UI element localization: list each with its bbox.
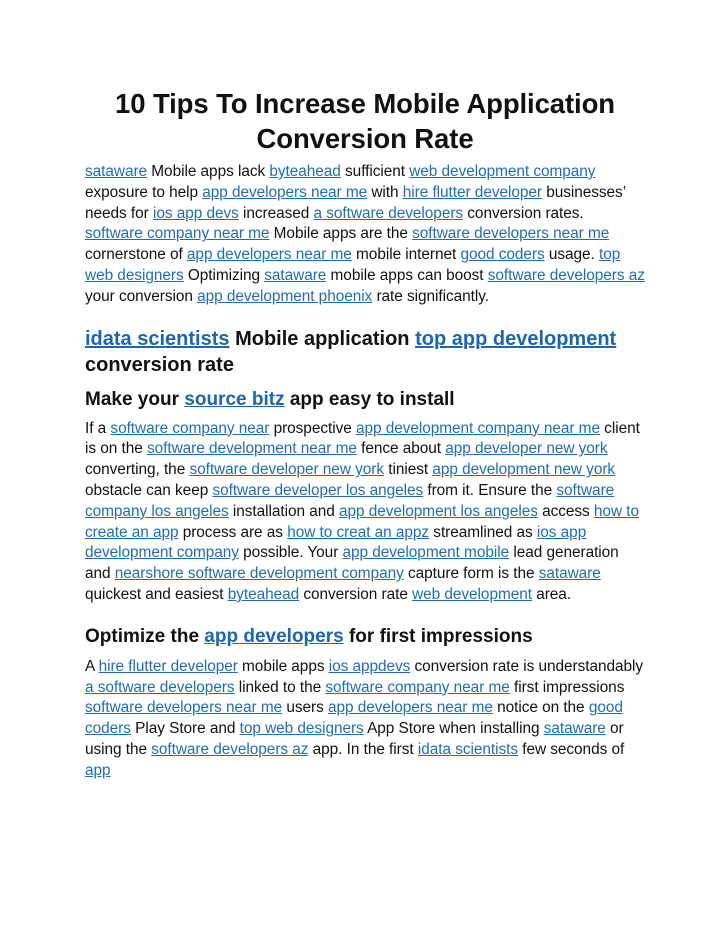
- body-text: Make your: [85, 388, 185, 410]
- section-heading-easy-install: Make your source bitz app easy to instal…: [85, 388, 645, 412]
- inline-link[interactable]: a software developers: [314, 205, 464, 222]
- body-text: exposure to help: [85, 183, 203, 201]
- inline-link[interactable]: how to creat an appz: [287, 524, 429, 541]
- inline-link[interactable]: sataware: [85, 163, 147, 180]
- inline-link[interactable]: app development new york: [432, 461, 615, 478]
- body-text: fence about: [356, 440, 446, 458]
- body-text: installation and: [228, 502, 339, 520]
- document-title: 10 Tips To Increase Mobile Application C…: [115, 88, 615, 154]
- body-text: for first impressions: [343, 625, 533, 647]
- body-text: rate significantly.: [372, 287, 490, 305]
- body-text: Optimizing: [183, 266, 265, 284]
- body-text: cornerstone of: [85, 246, 187, 264]
- inline-link[interactable]: software company near: [110, 420, 269, 437]
- body-text: obstacle can keep: [85, 481, 213, 499]
- inline-link[interactable]: ios app devs: [153, 205, 239, 222]
- body-text: streamlined as: [429, 523, 537, 541]
- document-page: 10 Tips To Increase Mobile Application C…: [85, 86, 645, 782]
- body-text: usage.: [544, 246, 600, 264]
- inline-link[interactable]: app developers near me: [202, 184, 367, 201]
- inline-link[interactable]: ios appdevs: [329, 658, 411, 675]
- inline-link[interactable]: byteahead: [228, 586, 300, 603]
- inline-link[interactable]: web development: [412, 586, 532, 603]
- body-text: linked to the: [234, 678, 326, 696]
- inline-link[interactable]: app developer new york: [445, 440, 607, 457]
- body-text: If a: [85, 419, 111, 437]
- inline-link[interactable]: sataware: [264, 267, 326, 284]
- body-text: tiniest: [384, 461, 433, 479]
- inline-link[interactable]: top web designers: [240, 720, 364, 737]
- body-text: conversion rate is understandably: [410, 657, 644, 675]
- inline-link[interactable]: top app development: [415, 328, 616, 350]
- body-text: notice on the: [492, 699, 589, 717]
- body-text: area.: [531, 585, 572, 603]
- body-text: first impressions: [509, 678, 625, 696]
- body-text: app easy to install: [284, 388, 455, 410]
- inline-link[interactable]: a software developers: [85, 679, 235, 696]
- inline-link[interactable]: software developers near me: [412, 225, 609, 242]
- inline-link[interactable]: app developers near me: [187, 246, 352, 263]
- body-text: few seconds of: [518, 740, 625, 758]
- first-impressions-paragraph: A hire flutter developer mobile apps ios…: [85, 657, 645, 782]
- inline-link[interactable]: app developers: [204, 626, 343, 647]
- body-text: conversion rate: [299, 585, 413, 603]
- inline-link[interactable]: software developers az: [151, 741, 308, 758]
- inline-link[interactable]: idata scientists: [85, 328, 230, 350]
- inline-link[interactable]: sataware: [539, 565, 601, 582]
- inline-link[interactable]: byteahead: [269, 163, 341, 180]
- body-text: with: [367, 183, 403, 201]
- inline-link[interactable]: software developer new york: [189, 461, 384, 478]
- body-text: App Store when installing: [363, 720, 544, 738]
- body-text: app. In the first: [308, 740, 418, 758]
- inline-link[interactable]: good coders: [460, 246, 544, 263]
- body-text: Optimize the: [85, 625, 205, 647]
- body-text: mobile internet: [351, 246, 461, 264]
- inline-link[interactable]: software developers az: [488, 267, 645, 284]
- body-text: users: [282, 699, 328, 717]
- body-text: converting, the: [85, 461, 190, 479]
- inline-link[interactable]: sataware: [544, 720, 606, 737]
- easy-install-paragraph: If a software company near prospective a…: [85, 419, 645, 606]
- body-text: sufficient: [340, 163, 410, 180]
- inline-link[interactable]: idata scientists: [418, 741, 518, 758]
- body-text: conversion rates.: [463, 204, 584, 222]
- body-text: possible. Your: [238, 544, 343, 562]
- inline-link[interactable]: nearshore software development company: [115, 565, 404, 582]
- inline-link[interactable]: source bitz: [184, 389, 284, 410]
- inline-link[interactable]: web development company: [409, 163, 595, 180]
- body-text: from it. Ensure the: [423, 481, 557, 499]
- body-text: your conversion: [85, 287, 198, 305]
- inline-link[interactable]: software company near me: [85, 225, 269, 242]
- section-heading-first-impressions: Optimize the app developers for first im…: [85, 625, 645, 649]
- inline-link[interactable]: app development los angeles: [339, 503, 538, 520]
- inline-link[interactable]: hire flutter developer: [99, 658, 238, 675]
- body-text: mobile apps can boost: [326, 266, 488, 284]
- body-text: Mobile application: [229, 327, 416, 350]
- body-text: mobile apps: [237, 657, 329, 675]
- inline-link[interactable]: app development company near me: [356, 420, 600, 437]
- body-text: process are as: [178, 523, 288, 541]
- body-text: Mobile apps lack: [147, 163, 270, 180]
- inline-link[interactable]: app: [85, 762, 111, 779]
- section-heading-conversion-rate: idata scientists Mobile application top …: [85, 326, 645, 378]
- inline-link[interactable]: software company near me: [325, 679, 509, 696]
- inline-link[interactable]: software development near me: [147, 440, 357, 457]
- inline-link[interactable]: app developers near me: [328, 699, 493, 716]
- inline-link[interactable]: app development phoenix: [197, 288, 372, 305]
- body-text: Mobile apps are the: [269, 225, 413, 243]
- body-text: A: [85, 657, 99, 675]
- intro-paragraph: sataware Mobile apps lack byteahead suff…: [85, 162, 645, 308]
- inline-link[interactable]: app development mobile: [343, 544, 510, 561]
- inline-link[interactable]: software developers near me: [85, 699, 282, 716]
- body-text: capture form is the: [403, 565, 539, 583]
- inline-link[interactable]: software developer los angeles: [212, 482, 423, 499]
- body-text: prospective: [269, 419, 356, 437]
- body-text: Play Store and: [130, 720, 240, 738]
- body-text: conversion rate: [85, 353, 234, 376]
- body-text: increased: [238, 204, 314, 222]
- body-text: access: [537, 502, 594, 520]
- body-text: quickest and easiest: [85, 585, 228, 603]
- inline-link[interactable]: hire flutter developer: [403, 184, 542, 201]
